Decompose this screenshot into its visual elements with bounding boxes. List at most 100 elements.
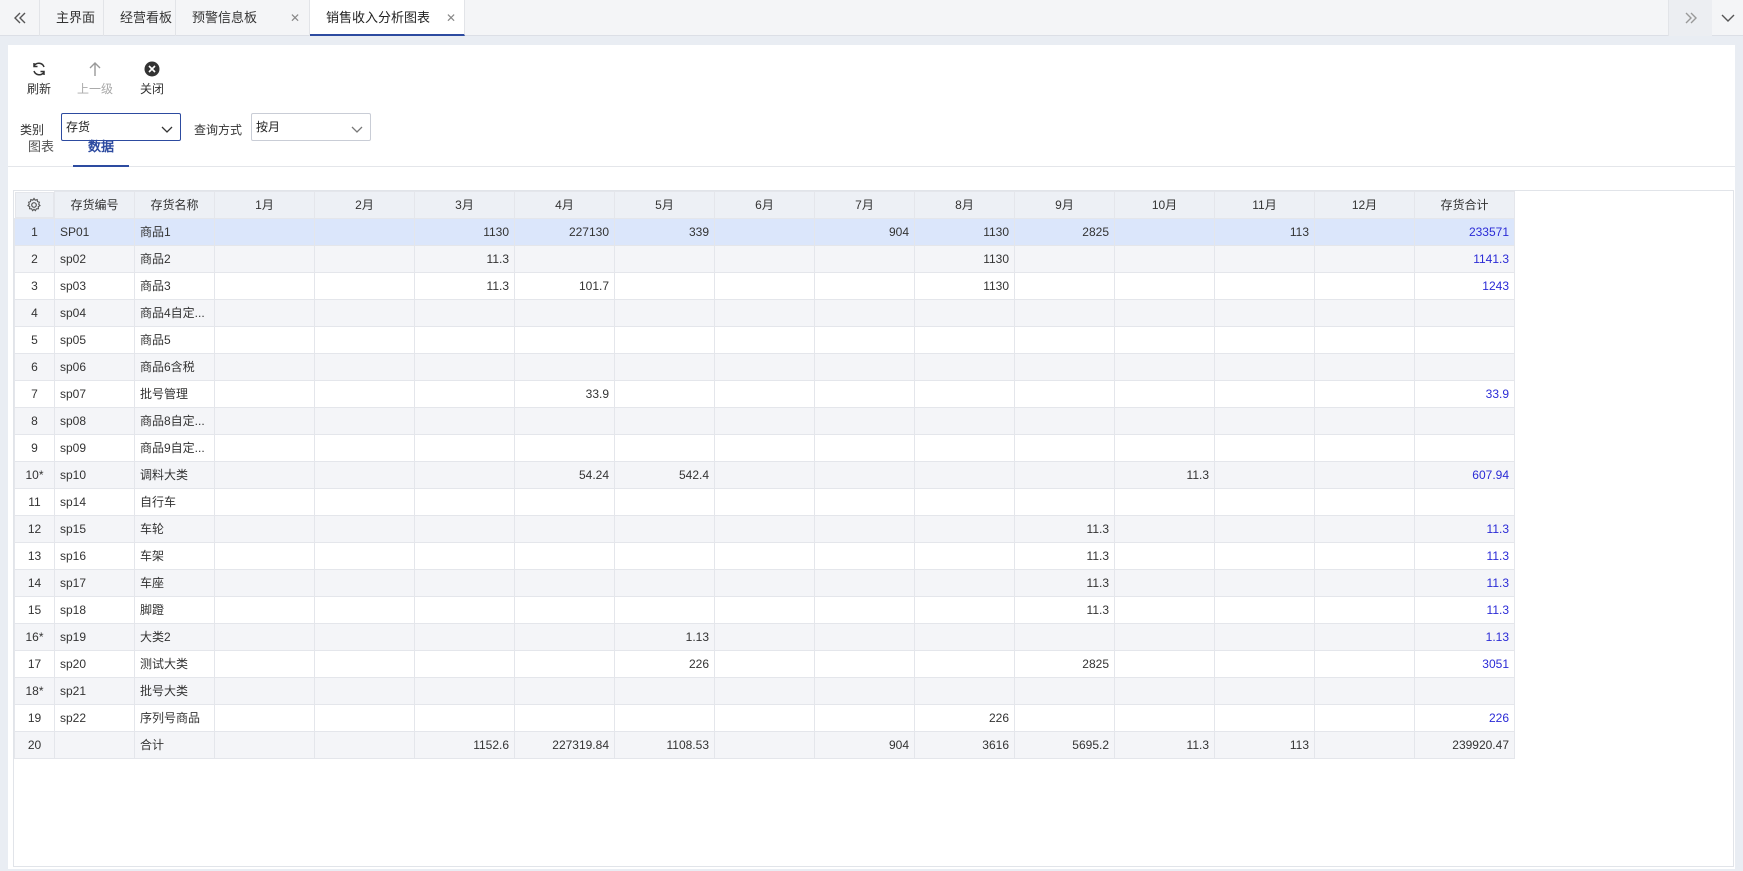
row-index-cell[interactable]: 4	[14, 298, 55, 327]
item-total-cell[interactable]: 11.3	[1414, 595, 1515, 624]
month-value-cell[interactable]: 227130	[514, 217, 615, 246]
month-value-cell[interactable]	[1314, 406, 1415, 435]
row-index-cell[interactable]: 20	[14, 730, 55, 759]
column-header[interactable]: 10月	[1114, 191, 1215, 219]
month-value-cell[interactable]	[414, 325, 515, 354]
column-header[interactable]: 5月	[614, 191, 715, 219]
month-value-cell[interactable]	[1014, 244, 1115, 273]
table-row[interactable]: 17 sp20 测试大类 226 2825 3051	[14, 649, 1515, 678]
item-code-cell[interactable]: sp09	[54, 433, 135, 462]
tab-chart[interactable]: 图表	[24, 137, 58, 167]
table-row[interactable]: 6 sp06 商品6含税	[14, 352, 1515, 381]
month-value-cell[interactable]	[714, 622, 815, 651]
month-value-cell[interactable]	[214, 676, 315, 705]
month-value-cell[interactable]	[214, 487, 315, 516]
item-code-cell[interactable]: sp04	[54, 298, 135, 327]
month-value-cell[interactable]	[214, 649, 315, 678]
month-value-cell[interactable]	[314, 514, 415, 543]
month-value-cell[interactable]	[714, 379, 815, 408]
item-name-cell[interactable]: 调料大类	[134, 460, 215, 489]
month-value-cell[interactable]	[1214, 514, 1315, 543]
month-value-cell[interactable]	[1114, 595, 1215, 624]
item-name-cell[interactable]: 商品2	[134, 244, 215, 273]
item-code-cell[interactable]: sp06	[54, 352, 135, 381]
column-header[interactable]: 3月	[414, 191, 515, 219]
column-header[interactable]: 存货编号	[54, 191, 135, 219]
month-value-cell[interactable]	[714, 541, 815, 570]
month-value-cell[interactable]: 226	[614, 649, 715, 678]
month-value-cell[interactable]	[714, 271, 815, 300]
month-value-cell[interactable]	[1114, 298, 1215, 327]
month-value-cell[interactable]	[514, 406, 615, 435]
table-row[interactable]: 9 sp09 商品9自定...	[14, 433, 1515, 462]
refresh-button[interactable]: 刷新	[16, 59, 62, 97]
month-value-cell[interactable]	[1314, 271, 1415, 300]
row-index-cell[interactable]: 2	[14, 244, 55, 273]
month-value-cell[interactable]	[814, 595, 915, 624]
item-total-cell[interactable]	[1414, 406, 1515, 435]
item-total-cell[interactable]: 11.3	[1414, 541, 1515, 570]
item-code-cell[interactable]: sp17	[54, 568, 135, 597]
month-value-cell[interactable]: 11.3	[1014, 568, 1115, 597]
month-value-cell[interactable]	[314, 271, 415, 300]
month-value-cell[interactable]	[1014, 379, 1115, 408]
item-code-cell[interactable]: sp14	[54, 487, 135, 516]
month-value-cell[interactable]	[814, 325, 915, 354]
month-value-cell[interactable]: 904	[814, 730, 915, 759]
item-total-cell[interactable]: 33.9	[1414, 379, 1515, 408]
month-value-cell[interactable]	[414, 433, 515, 462]
month-value-cell[interactable]	[1114, 568, 1215, 597]
month-value-cell[interactable]: 5695.2	[1014, 730, 1115, 759]
month-value-cell[interactable]	[214, 514, 315, 543]
month-value-cell[interactable]: 11.3	[1114, 460, 1215, 489]
row-index-cell[interactable]: 15	[14, 595, 55, 624]
month-value-cell[interactable]	[514, 325, 615, 354]
item-total-cell[interactable]: 607.94	[1414, 460, 1515, 489]
month-value-cell[interactable]	[914, 676, 1015, 705]
row-index-cell[interactable]: 18*	[14, 676, 55, 705]
month-value-cell[interactable]	[1214, 352, 1315, 381]
month-value-cell[interactable]	[514, 514, 615, 543]
month-value-cell[interactable]	[914, 595, 1015, 624]
month-value-cell[interactable]	[814, 298, 915, 327]
item-code-cell[interactable]: sp03	[54, 271, 135, 300]
month-value-cell[interactable]	[314, 244, 415, 273]
month-value-cell[interactable]	[1014, 271, 1115, 300]
month-value-cell[interactable]	[714, 676, 815, 705]
month-value-cell[interactable]	[314, 298, 415, 327]
item-code-cell[interactable]: sp16	[54, 541, 135, 570]
item-code-cell[interactable]: sp05	[54, 325, 135, 354]
month-value-cell[interactable]	[1214, 487, 1315, 516]
month-value-cell[interactable]: 227319.84	[514, 730, 615, 759]
month-value-cell[interactable]	[714, 649, 815, 678]
month-value-cell[interactable]	[214, 433, 315, 462]
item-code-cell[interactable]: sp20	[54, 649, 135, 678]
month-value-cell[interactable]: 101.7	[514, 271, 615, 300]
item-code-cell[interactable]: SP01	[54, 217, 135, 246]
month-value-cell[interactable]	[614, 244, 715, 273]
scroll-tabs-left-button[interactable]	[0, 0, 40, 36]
month-value-cell[interactable]	[714, 514, 815, 543]
item-name-cell[interactable]: 批号管理	[134, 379, 215, 408]
month-value-cell[interactable]	[1214, 460, 1315, 489]
month-value-cell[interactable]	[714, 217, 815, 246]
month-value-cell[interactable]	[514, 703, 615, 732]
month-value-cell[interactable]	[714, 298, 815, 327]
item-name-cell[interactable]: 脚蹬	[134, 595, 215, 624]
month-value-cell[interactable]	[1014, 325, 1115, 354]
row-index-cell[interactable]: 3	[14, 271, 55, 300]
column-header[interactable]: 1月	[214, 191, 315, 219]
month-value-cell[interactable]	[614, 406, 715, 435]
table-row[interactable]: 2 sp02 商品2 11.3 1130 1141.3	[14, 244, 1515, 273]
summary-row[interactable]: 20 合计 1152.6 227319.84 1108.53 904 3616 5695.2 1…	[14, 730, 1515, 759]
month-value-cell[interactable]	[814, 433, 915, 462]
month-value-cell[interactable]: 33.9	[514, 379, 615, 408]
month-value-cell[interactable]	[1314, 541, 1415, 570]
row-index-cell[interactable]: 6	[14, 352, 55, 381]
go-up-button[interactable]: 上一级	[72, 59, 118, 97]
row-index-cell[interactable]: 9	[14, 433, 55, 462]
month-value-cell[interactable]	[1114, 217, 1215, 246]
month-value-cell[interactable]	[714, 730, 815, 759]
month-value-cell[interactable]	[914, 487, 1015, 516]
month-value-cell[interactable]	[414, 406, 515, 435]
